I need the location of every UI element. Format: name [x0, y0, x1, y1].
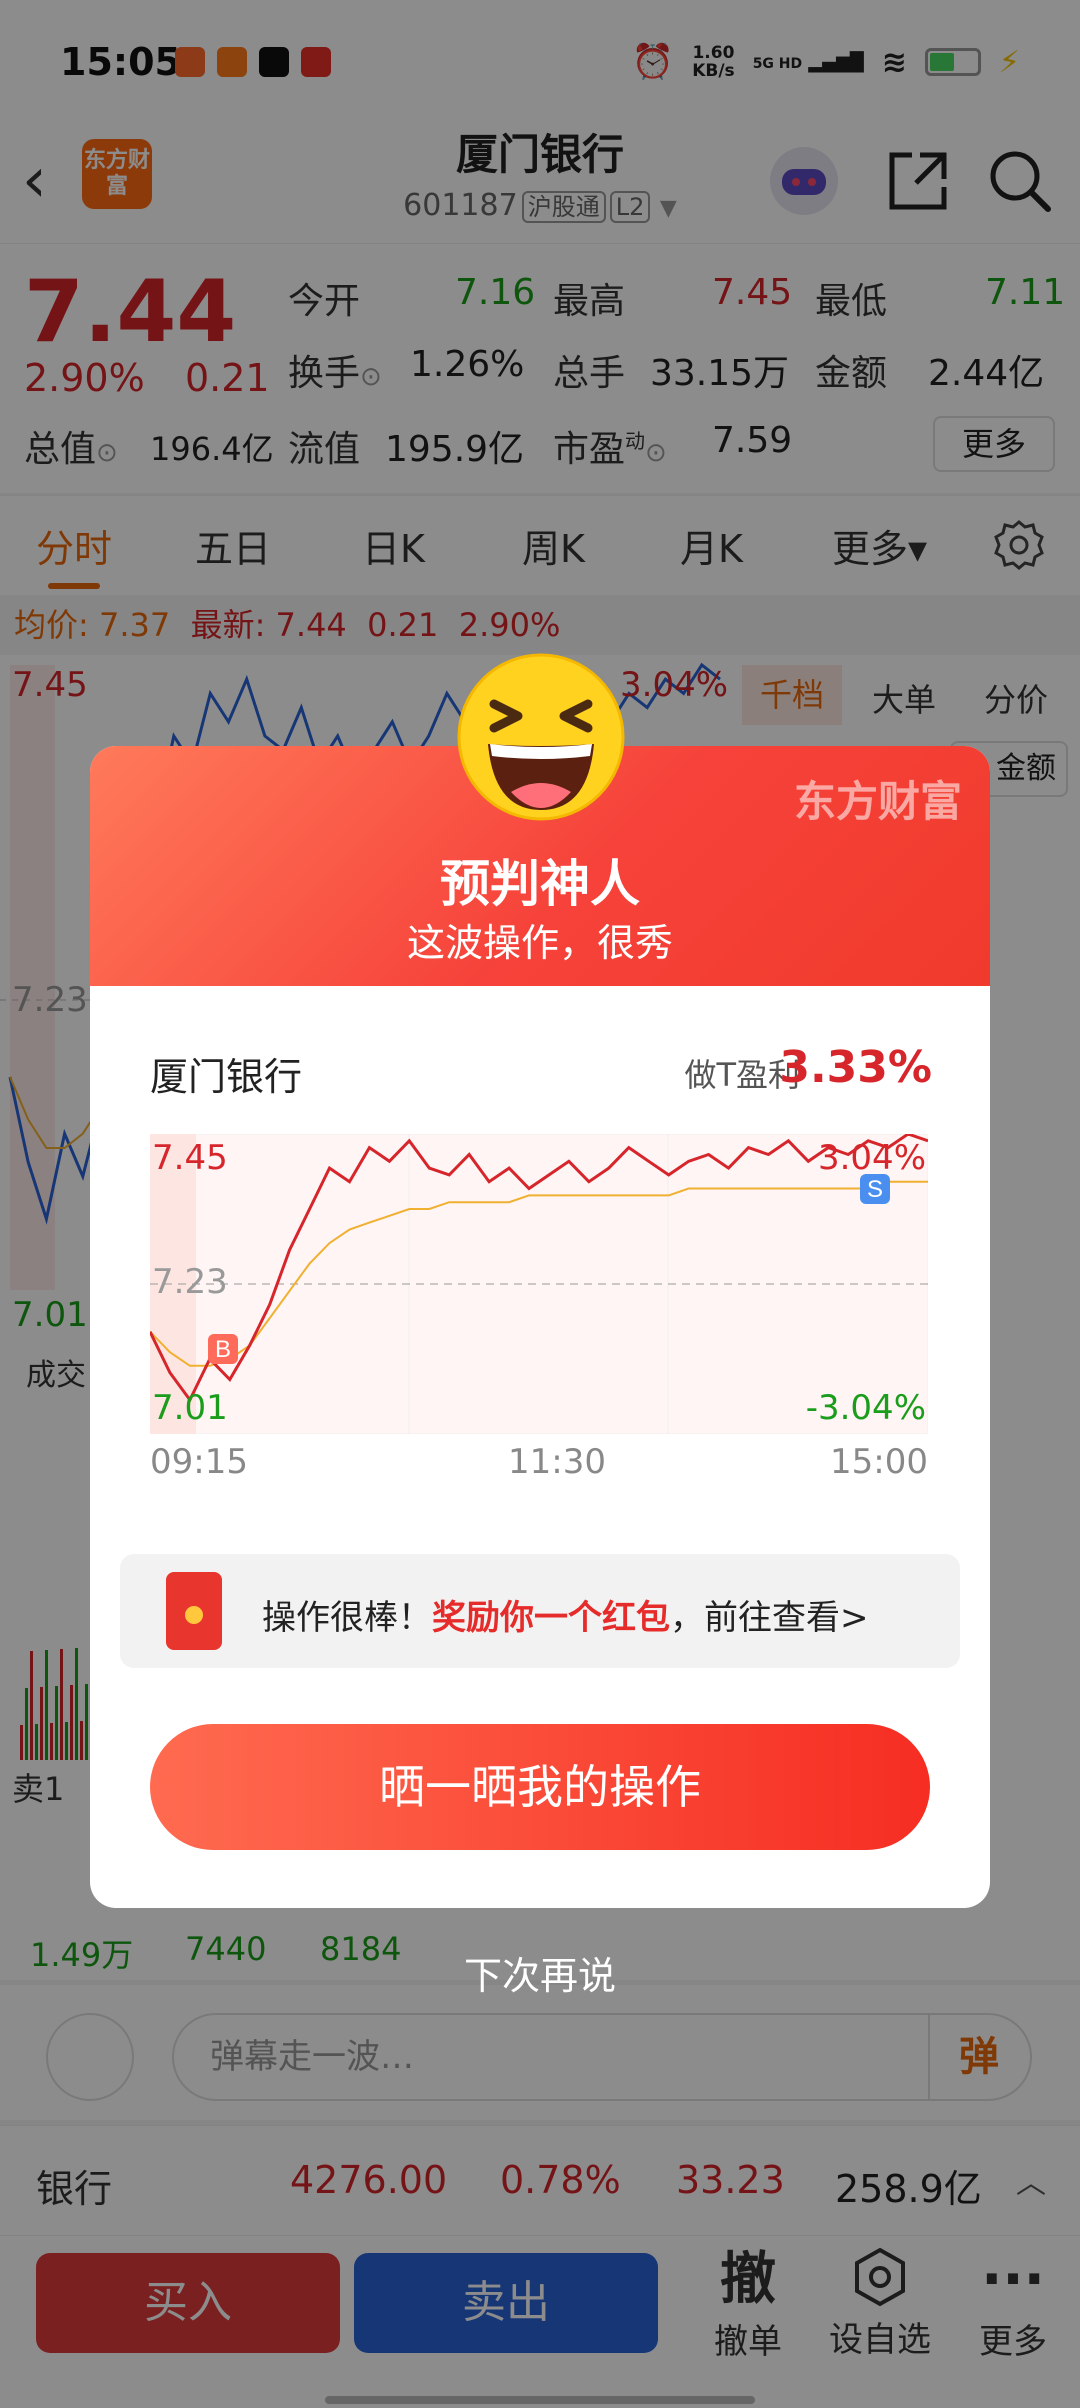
mini-pct-high-label: 3.04%: [817, 1138, 926, 1178]
modal-subtitle: 这波操作，很秀: [406, 921, 673, 965]
modal-title: 预判神人: [440, 855, 640, 913]
sell-marker-label: S: [867, 1176, 883, 1203]
buy-marker-label: B: [215, 1336, 231, 1363]
mini-low-label: 7.01: [152, 1388, 228, 1428]
time-tick: 09:15: [150, 1442, 248, 1482]
share-operation-button[interactable]: 晒一晒我的操作: [150, 1724, 930, 1850]
achievement-modal: 东方财富 预判神人 这波操作，很秀 厦门银行 做T盈利 3.33% B S 7.…: [90, 746, 990, 1908]
reward-text: 操作很棒！奖励你一个红包，前往查看>: [262, 1598, 869, 1638]
red-envelope-banner[interactable]: 操作很棒！奖励你一个红包，前往查看>: [120, 1554, 960, 1668]
profit-value: 3.33%: [779, 1042, 932, 1093]
time-tick: 15:00: [830, 1442, 928, 1482]
time-axis: 09:15 11:30 15:00: [150, 1442, 928, 1486]
time-tick: 11:30: [508, 1442, 606, 1482]
mini-high-label: 7.45: [152, 1138, 228, 1178]
laughing-emoji-icon: [457, 653, 625, 821]
brand-watermark: 东方财富: [793, 777, 962, 826]
dismiss-link[interactable]: 下次再说: [0, 1945, 1080, 2000]
trade-chart: B S 7.45 7.23 7.01 3.04% -3.04%: [148, 1132, 929, 1435]
mini-mid-label: 7.23: [152, 1262, 228, 1302]
card-stock-name: 厦门银行: [150, 1055, 303, 1099]
mini-pct-low-label: -3.04%: [805, 1388, 926, 1428]
red-envelope-icon: [166, 1572, 222, 1650]
